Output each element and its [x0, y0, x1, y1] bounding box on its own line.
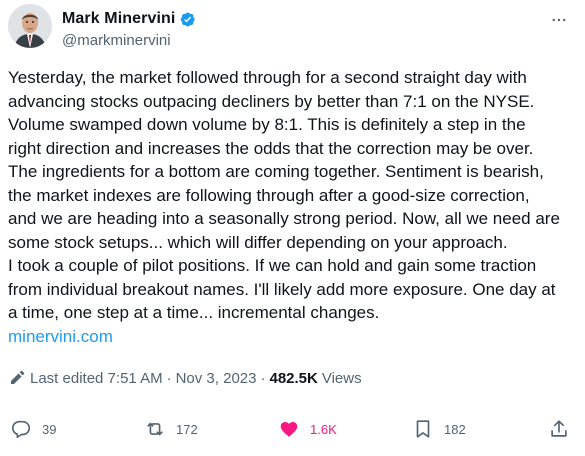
reply-button[interactable]: 39 — [10, 414, 56, 444]
share-button[interactable] — [548, 414, 570, 444]
tweet-line: I took a couple of pilot positions. If w… — [8, 256, 537, 275]
tweet-line: and we are heading into a seasonally str… — [8, 209, 560, 228]
tweet-date[interactable]: Nov 3, 2023 — [176, 370, 257, 387]
action-bar: 39 172 1.6K 182 — [0, 414, 585, 444]
pencil-icon — [8, 369, 26, 387]
bookmark-button[interactable]: 182 — [412, 414, 466, 444]
tweet-line: The ingredients for a bottom are coming … — [8, 162, 544, 181]
views-count: 482.5K — [269, 369, 318, 387]
like-count: 1.6K — [310, 421, 337, 437]
tweet-text: Yesterday, the market followed through f… — [8, 66, 582, 348]
more-options-button[interactable] — [547, 8, 571, 32]
tweet-line: Volume swamped down volume by 8:1. This … — [8, 115, 526, 134]
tweet-link[interactable]: minervini.com — [8, 325, 582, 349]
reply-icon — [11, 420, 31, 439]
tweet-line: right direction and increases the odds t… — [8, 138, 534, 158]
reply-count: 39 — [42, 421, 57, 437]
tweet-line: a time, one step at a time... incrementa… — [8, 303, 380, 322]
bookmark-icon — [416, 420, 430, 438]
repost-icon — [147, 422, 163, 436]
share-icon — [551, 420, 567, 437]
repost-count: 172 — [176, 421, 198, 437]
avatar[interactable] — [8, 4, 52, 48]
tweet-line: the market indexes are following through… — [8, 185, 530, 205]
tweet-line: some stock setups... which will differ d… — [8, 232, 508, 252]
heart-icon — [280, 422, 298, 437]
meta-separator: · — [260, 369, 266, 387]
author-name-row[interactable]: Mark Minervini — [62, 10, 196, 28]
like-button[interactable]: 1.6K — [278, 414, 337, 444]
tweet-meta: Last edited 7:51 AM · Nov 3, 2023 · 482.… — [8, 369, 362, 387]
views-label: Views — [321, 369, 362, 387]
bookmark-count: 182 — [444, 421, 466, 437]
author-display-name[interactable]: Mark Minervini — [62, 10, 175, 28]
verified-badge-icon[interactable] — [179, 11, 196, 28]
tweet-line: from individual breakout names. I'll lik… — [8, 279, 556, 299]
tweet-line: advancing stocks outpacing decliners by … — [8, 91, 535, 111]
tweet-line: Yesterday, the market followed through f… — [8, 68, 527, 87]
repost-button[interactable]: 172 — [144, 414, 198, 444]
meta-separator: · — [166, 369, 172, 387]
author-handle[interactable]: @markminervini — [62, 32, 171, 49]
last-edited-link[interactable]: Last edited 7:51 AM — [30, 370, 163, 387]
more-icon — [552, 18, 566, 22]
